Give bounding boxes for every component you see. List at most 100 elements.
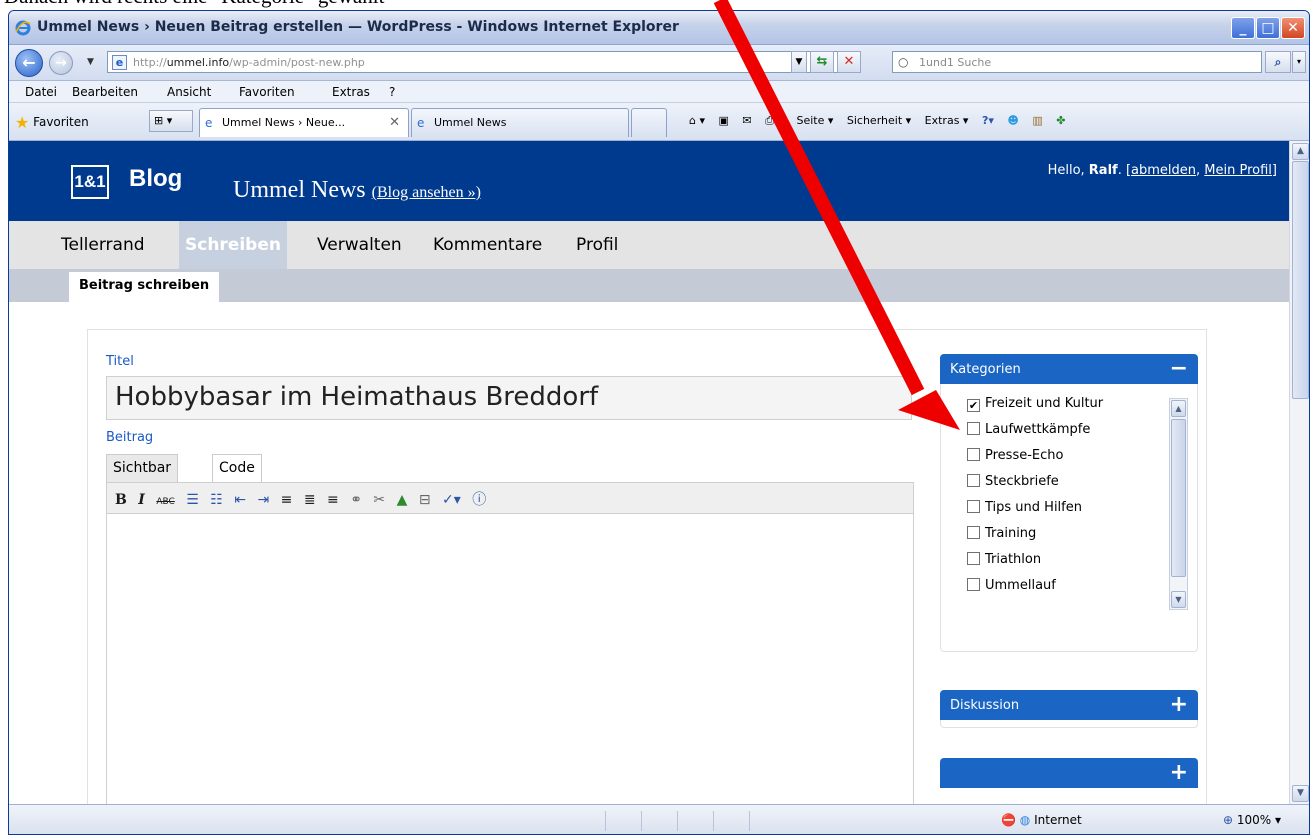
compatibility-icon[interactable]: ⇆ [810,51,834,73]
align-left-icon[interactable]: ≡ [281,492,293,508]
help-icon[interactable]: ?▾ [982,114,994,127]
zoom-level[interactable]: ⊕ 100% ▾ [1223,813,1281,827]
logout-link[interactable]: abmelden [1131,163,1196,178]
menu-favoriten[interactable]: Favoriten [239,85,295,99]
tab-ummel-news-new-post[interactable]: e Ummel News › Neue... ✕ [199,108,409,137]
page-scroll-down-icon[interactable]: ▼ [1292,785,1309,802]
nav-profil[interactable]: Profil [576,221,618,269]
unlink-icon[interactable]: ✂ [373,492,385,508]
menu-help[interactable]: ? [389,85,395,99]
command-sicherheit[interactable]: Sicherheit ▾ [847,114,911,127]
scroll-thumb[interactable] [1171,419,1186,577]
category-checkbox[interactable]: ✔ [967,399,980,412]
messenger-icon[interactable]: ☻ [1007,114,1018,127]
nav-tellerrand[interactable]: Tellerrand [61,221,145,269]
spellcheck-icon[interactable]: ✓▾ [442,492,461,508]
close-tab-icon[interactable]: ✕ [389,115,400,130]
maximize-button[interactable]: □ [1256,17,1280,39]
search-input[interactable]: ○ 1und1 Suche [892,51,1262,73]
post-title-input[interactable]: Hobbybasar im Heimathaus Breddorf [106,376,912,420]
bold-icon[interactable]: B [115,492,127,508]
strikethrough-icon[interactable]: ABC [156,497,174,507]
command-seite[interactable]: Seite ▾ [796,114,833,127]
category-item[interactable]: Training [967,526,1103,552]
align-center-icon[interactable]: ≣ [304,492,316,508]
scroll-up-icon[interactable]: ▲ [1171,400,1186,417]
nav-kommentare[interactable]: Kommentare [433,221,542,269]
page-scroll-thumb[interactable] [1292,161,1309,399]
security-zone[interactable]: ⛔ ◍ Internet [1001,813,1082,827]
print-icon[interactable]: ⎙ ▾ [765,114,783,127]
collapse-icon[interactable]: − [1170,356,1188,381]
back-icon[interactable]: ← [15,49,43,77]
tab-ummel-news[interactable]: e Ummel News [411,108,629,137]
scroll-down-icon[interactable]: ▼ [1171,591,1186,608]
address-dropdown-icon[interactable]: ▼ [791,51,807,73]
category-checkbox[interactable] [967,422,980,435]
category-checkbox[interactable] [967,500,980,513]
search-options-icon[interactable]: ▾ [1292,51,1306,73]
minimize-button[interactable]: _ [1231,17,1255,39]
category-scrollbar[interactable]: ▲ ▼ [1169,398,1188,610]
indent-icon[interactable]: ⇥ [257,492,269,508]
italic-icon[interactable]: I [138,492,145,508]
research-icon[interactable]: ▥ [1032,114,1042,127]
menu-datei[interactable]: Datei [25,85,57,99]
page-scrollbar[interactable]: ▲ ▼ [1289,141,1309,804]
profile-link[interactable]: Mein Profil [1204,163,1272,178]
command-extras[interactable]: Extras ▾ [925,114,969,127]
history-dropdown-icon[interactable]: ▼ [87,57,94,67]
quick-tabs-button[interactable]: ⊞ ▾ [149,110,193,132]
favorites-button[interactable]: ★ Favoriten [15,113,89,132]
view-blog-link[interactable]: (Blog ansehen ») [372,184,481,201]
link-icon[interactable]: ⚭ [350,492,362,508]
menu-ansicht[interactable]: Ansicht [167,85,211,99]
category-checkbox[interactable] [967,526,980,539]
search-icon[interactable]: ⌕ [1265,51,1291,73]
stop-icon[interactable]: ✕ [837,51,861,73]
category-item[interactable]: ✔ Freizeit und Kultur [967,396,1103,422]
subnav-beitrag-schreiben[interactable]: Beitrag schreiben [69,272,220,302]
align-right-icon[interactable]: ≡ [327,492,339,508]
category-item[interactable]: Laufwettkämpfe [967,422,1103,448]
category-item[interactable]: Tips und Hilfen [967,500,1103,526]
category-item[interactable]: Steckbriefe [967,474,1103,500]
numbered-list-icon[interactable]: ☷ [210,492,223,508]
expand-icon[interactable]: + [1170,760,1188,785]
bullet-list-icon[interactable]: ☰ [186,492,199,508]
status-divider [605,811,606,831]
home-icon[interactable]: ⌂ ▾ [689,114,705,127]
menu-extras[interactable]: Extras [332,85,370,99]
post-content-editor[interactable] [106,514,914,804]
clover-icon[interactable]: ✤ [1056,114,1065,127]
category-item[interactable]: Ummellauf [967,578,1103,604]
categories-header[interactable]: Kategorien − [940,354,1198,384]
category-checkbox[interactable] [967,578,980,591]
feeds-icon[interactable]: ▣ [719,114,729,127]
close-button[interactable]: ✕ [1281,17,1305,39]
category-checkbox[interactable] [967,474,980,487]
category-item[interactable]: Presse-Echo [967,448,1103,474]
image-icon[interactable]: ▲ [397,492,408,508]
next-box-header[interactable]: + [940,758,1198,788]
tab-sichtbar[interactable]: Sichtbar [106,454,179,482]
menu-bearbeiten[interactable]: Bearbeiten [72,85,138,99]
category-item[interactable]: Triathlon [967,552,1103,578]
forward-icon[interactable]: → [49,51,73,75]
nav-verwalten[interactable]: Verwalten [317,221,402,269]
more-icon[interactable]: ⊟ [419,492,431,508]
category-checkbox[interactable] [967,448,980,461]
zoom-icon: ⊕ [1223,813,1234,827]
favorites-bar: ★ Favoriten ⊞ ▾ e Ummel News › Neue... ✕… [9,103,1309,141]
mail-icon[interactable]: ✉ [742,114,751,127]
help-editor-icon[interactable]: ⓘ [472,492,486,508]
category-checkbox[interactable] [967,552,980,565]
tab-code[interactable]: Code [212,454,262,482]
nav-schreiben[interactable]: Schreiben [179,221,287,269]
address-input[interactable]: e http://ummel.info/wp-admin/post-new.ph… [107,51,843,73]
page-scroll-up-icon[interactable]: ▲ [1292,143,1309,160]
expand-icon[interactable]: + [1170,692,1188,717]
new-tab-button[interactable] [631,108,667,137]
outdent-icon[interactable]: ⇤ [234,492,246,508]
discussion-header[interactable]: Diskussion + [940,690,1198,720]
